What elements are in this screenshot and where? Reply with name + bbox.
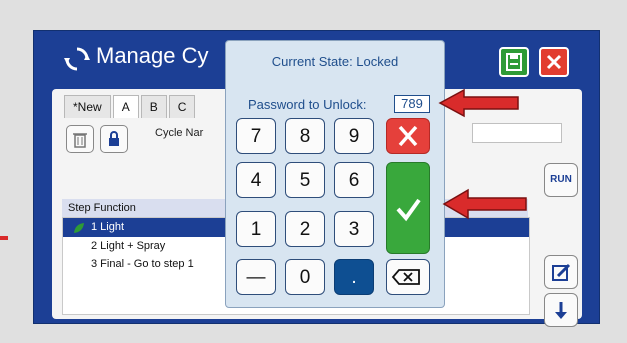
lock-button[interactable] [100,125,128,153]
key-7[interactable]: 7 [236,118,276,154]
key-3[interactable]: 3 [334,211,374,247]
cycle-tabs: *New A B C [64,95,197,118]
floppy-icon [506,53,522,71]
callout-arrow-confirm [442,188,527,220]
lock-state: Current State: Locked [271,54,399,69]
save-button[interactable] [499,47,529,77]
close-icon [546,54,562,70]
key-decimal[interactable]: . [334,259,374,295]
cycle-name-input[interactable] [472,123,562,143]
delete-button[interactable] [66,125,94,153]
cycle-name-label: Cycle Nar [155,127,204,139]
confirm-key[interactable] [386,162,430,254]
list-item[interactable]: 1 Light [91,221,124,233]
key-8[interactable]: 8 [285,118,325,154]
close-button[interactable] [539,47,569,77]
trash-icon [73,133,87,148]
x-icon [398,125,418,147]
tab-new[interactable]: *New [64,95,111,118]
key-0[interactable]: 0 [285,259,325,295]
edit-button[interactable] [544,255,578,289]
callout-arrow-password [438,88,519,118]
key-9[interactable]: 9 [334,118,374,154]
window-title: Manage Cy [96,43,209,68]
run-button[interactable]: RUN [544,163,578,197]
leaf-icon [74,223,84,233]
key-2[interactable]: 2 [285,211,325,247]
check-icon [396,198,421,222]
tab-a[interactable]: A [112,95,139,118]
key-6[interactable]: 6 [334,162,374,198]
password-field[interactable]: 789 [394,95,430,113]
screen: Manage Cy *New A B C Cycle Nar RUN Step … [0,0,627,343]
tab-c[interactable]: C [168,95,196,118]
key-1[interactable]: 1 [236,211,276,247]
backspace-key[interactable] [386,259,430,295]
unlock-keypad: Current State: Locked Password to Unlock… [225,40,445,308]
key-minus[interactable]: — [236,259,276,295]
edit-icon [552,263,571,281]
red-marker [0,236,8,240]
list-item[interactable]: 3 Final - Go to step 1 [91,258,194,270]
cancel-key[interactable] [386,118,430,154]
key-5[interactable]: 5 [285,162,325,198]
key-4[interactable]: 4 [236,162,276,198]
lock-icon [109,131,119,146]
password-label: Password to Unlock: [248,97,367,112]
cycle-icon [64,47,90,71]
move-down-button[interactable] [544,293,578,327]
backspace-icon [391,269,420,285]
list-item[interactable]: 2 Light + Spray [91,240,165,252]
arrow-down-icon [555,302,567,319]
tab-b[interactable]: B [140,95,167,118]
